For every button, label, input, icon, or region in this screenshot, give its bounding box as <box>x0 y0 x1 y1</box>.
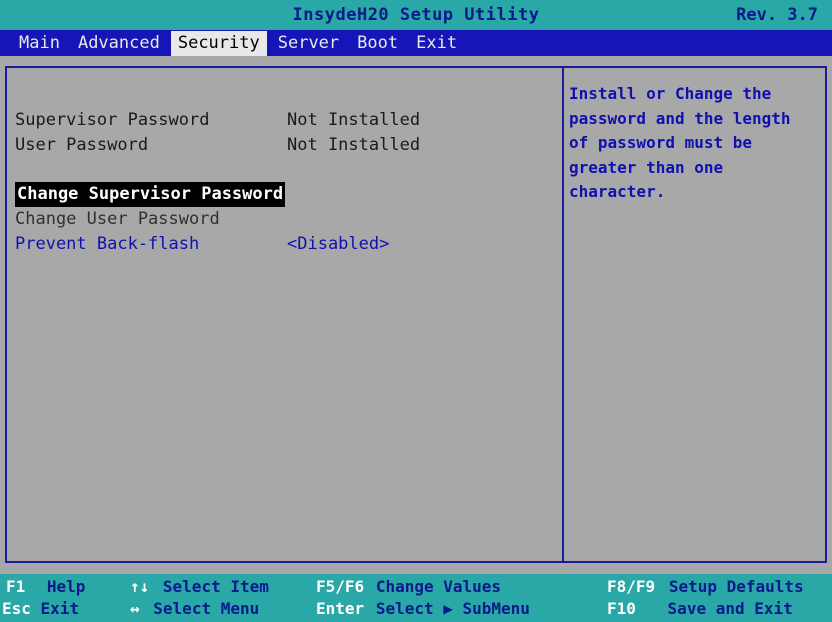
hotkey-select-item-desc: Select Item <box>162 577 269 596</box>
hotkey-select-item: ↑↓ Select Item <box>130 577 269 596</box>
tab-exit[interactable]: Exit <box>409 31 464 56</box>
hotkey-f1: F1 Help <box>6 577 85 596</box>
key-f1: F1 <box>6 577 26 596</box>
hotkey-f8-f9: F8/F9 Setup Defaults <box>607 577 804 596</box>
key-f5-f6: F5/F6 <box>316 577 365 596</box>
hotkey-esc-desc: Exit <box>40 599 80 618</box>
prevent-back-flash-item[interactable]: Prevent Back-flash <Disabled> <box>15 232 555 257</box>
key-enter: Enter <box>316 599 365 618</box>
hotkey-f5-f6: F5/F6 Change Values <box>316 577 501 596</box>
help-line: Install or Change the <box>569 84 772 103</box>
tab-main[interactable]: Main <box>12 31 67 56</box>
hotkey-f10: F10 Save and Exit <box>607 599 793 618</box>
hotkey-esc: Esc Exit <box>2 599 79 618</box>
revision-label: Rev. 3.7 <box>736 5 818 25</box>
hotkey-bar: F1 Help Esc Exit ↑↓ Select Item ↔ Select… <box>0 574 832 622</box>
security-settings-panel: Supervisor Password Not Installed User P… <box>15 108 555 257</box>
tab-security[interactable]: Security <box>170 30 267 56</box>
tab-server[interactable]: Server <box>271 31 346 56</box>
hotkey-f5-f6-desc: Change Values <box>375 577 502 596</box>
supervisor-password-label: Supervisor Password <box>15 110 210 130</box>
supervisor-password-status: Not Installed <box>287 110 421 130</box>
hotkey-enter-desc: Select ▶ SubMenu <box>375 599 530 618</box>
key-f10: F10 <box>607 599 636 618</box>
hotkey-f10-desc: Save and Exit <box>667 599 793 618</box>
tab-advanced[interactable]: Advanced <box>71 31 167 56</box>
change-user-password-item[interactable]: Change User Password <box>15 207 555 232</box>
tab-boot[interactable]: Boot <box>350 31 405 56</box>
key-esc: Esc <box>2 599 31 618</box>
change-supervisor-password-item[interactable]: Change Supervisor Password <box>15 182 555 207</box>
user-password-row: User Password Not Installed <box>15 133 555 158</box>
help-line: character. <box>569 182 666 201</box>
hotkey-select-menu-desc: Select Menu <box>153 599 260 618</box>
help-panel: Install or Change the password and the l… <box>569 82 823 205</box>
hotkey-f1-desc: Help <box>46 577 86 596</box>
help-line: greater than one <box>569 157 724 177</box>
hotkey-f8-f9-desc: Setup Defaults <box>668 577 804 596</box>
user-password-status: Not Installed <box>287 135 421 155</box>
help-line: password and the length <box>569 108 791 128</box>
app-title: InsydeH20 Setup Utility <box>292 5 540 25</box>
panel-divider <box>562 68 564 561</box>
content-frame: Supervisor Password Not Installed User P… <box>5 66 827 563</box>
change-supervisor-password-label[interactable]: Change Supervisor Password <box>15 182 286 207</box>
prevent-back-flash-value[interactable]: <Disabled> <box>287 232 389 257</box>
hotkey-enter: Enter Select ▶ SubMenu <box>316 599 530 618</box>
hotkey-select-menu: ↔ Select Menu <box>130 599 259 618</box>
help-line: of password must be <box>569 133 753 152</box>
left-right-arrows-icon: ↔ <box>130 599 140 618</box>
title-bar: InsydeH20 Setup Utility Rev. 3.7 <box>0 0 832 30</box>
bios-screen: InsydeH20 Setup Utility Rev. 3.7 Main Ad… <box>0 0 832 622</box>
change-user-password-label[interactable]: Change User Password <box>15 207 220 232</box>
up-down-arrows-icon: ↑↓ <box>130 577 150 596</box>
prevent-back-flash-label[interactable]: Prevent Back-flash <box>15 232 199 257</box>
supervisor-password-row: Supervisor Password Not Installed <box>15 108 555 133</box>
user-password-label: User Password <box>15 135 149 155</box>
key-f8-f9: F8/F9 <box>607 577 656 596</box>
menu-bar: Main Advanced Security Server Boot Exit <box>0 30 832 56</box>
